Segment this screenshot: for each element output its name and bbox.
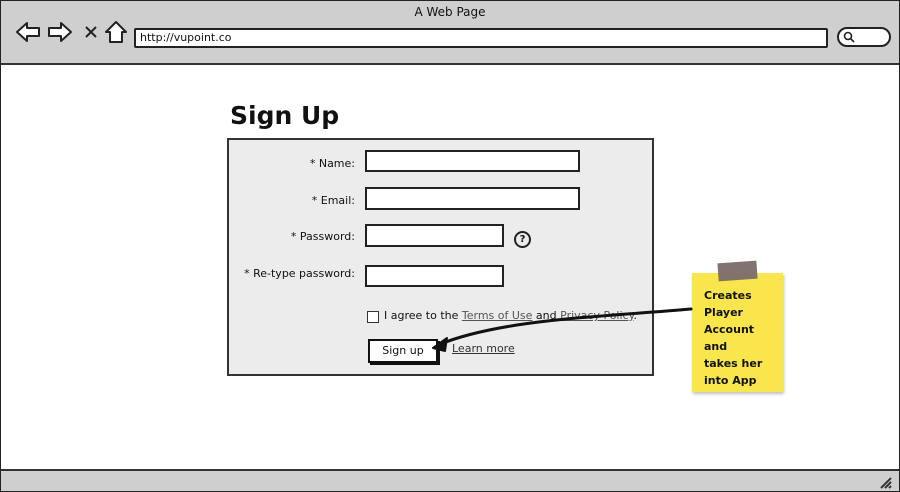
password-label: * Password: — [290, 230, 355, 243]
home-icon[interactable] — [103, 20, 129, 44]
password-input[interactable] — [365, 224, 504, 247]
back-arrow-icon[interactable] — [15, 20, 41, 44]
browser-window: A Web Page http://vupoint.co Sign Up * N… — [0, 0, 900, 492]
forward-arrow-icon[interactable] — [47, 20, 73, 44]
tape — [717, 260, 758, 282]
help-icon[interactable]: ? — [514, 231, 531, 248]
stop-icon[interactable] — [79, 20, 105, 44]
agree-checkbox[interactable] — [367, 311, 379, 323]
note-line: Creates — [704, 289, 752, 302]
signup-form — [227, 138, 654, 376]
terms-of-use-link[interactable]: Terms of Use — [462, 309, 533, 322]
privacy-policy-link[interactable]: Privacy Policy — [560, 309, 633, 322]
email-input[interactable] — [365, 187, 580, 210]
browser-toolbar: A Web Page http://vupoint.co — [1, 1, 899, 65]
retype-password-input[interactable] — [365, 265, 504, 287]
name-input[interactable] — [365, 150, 580, 172]
retype-password-label: * Re-type password: — [244, 267, 355, 280]
page-title: Sign Up — [230, 101, 340, 130]
note-line: takes her — [704, 357, 763, 370]
agree-prefix: I agree to the — [384, 309, 459, 322]
learn-more-link[interactable]: Learn more — [452, 342, 515, 355]
search-icon — [843, 31, 855, 43]
url-text: http://vupoint.co — [140, 31, 232, 44]
note-line: Account and — [704, 323, 755, 353]
sticky-note-text: Creates Player Account and takes her int… — [704, 287, 778, 389]
agree-text: I agree to the Terms of Use and Privacy … — [384, 309, 637, 322]
agree-and: and — [535, 309, 557, 322]
name-label: * Name: — [309, 157, 355, 170]
note-line: into App — [704, 374, 757, 387]
note-line: Player — [704, 306, 743, 319]
agree-suffix: . — [633, 309, 638, 322]
search-box[interactable] — [837, 27, 891, 47]
email-label: * Email: — [311, 194, 355, 207]
status-bar — [1, 469, 899, 491]
window-title: A Web Page — [414, 5, 486, 19]
address-bar[interactable]: http://vupoint.co — [134, 28, 828, 48]
sign-up-button[interactable]: Sign up — [368, 339, 438, 363]
resize-grip-icon[interactable] — [877, 474, 893, 490]
